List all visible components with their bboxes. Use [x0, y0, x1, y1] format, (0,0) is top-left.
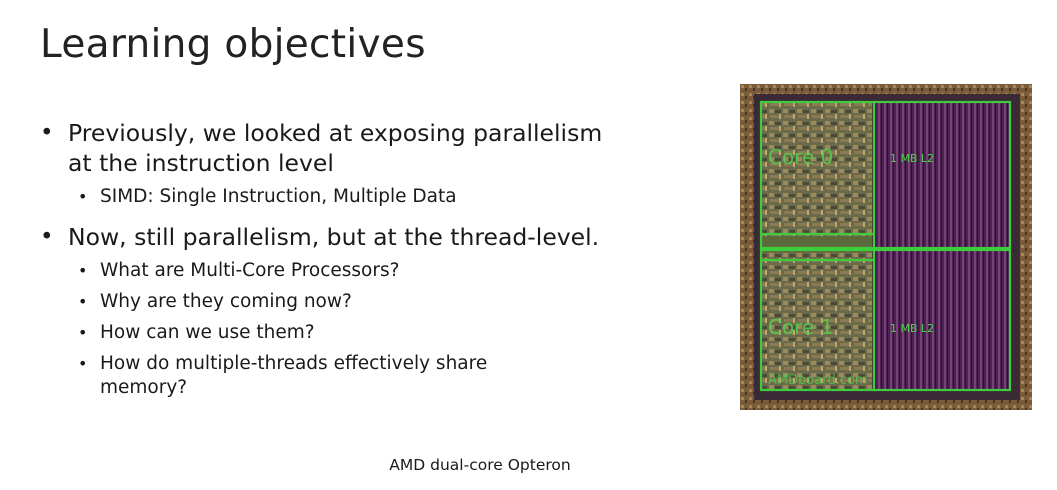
cpu-die-image: Core 0 1 MB L2 Core 1 1 MB L2 AMDboard.c…	[740, 84, 1032, 410]
bullet-item: • Now, still parallelism, but at the thr…	[40, 222, 690, 252]
sub-bullet-text-line: memory?	[100, 377, 188, 398]
sub-bullet-item: • How do multiple-threads effectively sh…	[40, 352, 690, 400]
sub-bullet-text: Why are they coming now?	[100, 291, 352, 312]
l2-bottom-label: 1 MB L2	[890, 322, 934, 335]
l2-cache-bottom	[874, 250, 1010, 390]
bullet-icon: •	[40, 120, 54, 146]
l2-top-label: 1 MB L2	[890, 152, 934, 165]
sub-bullet-icon: •	[78, 354, 88, 373]
sub-bullet-icon: •	[78, 292, 88, 311]
bullet-list: • Previously, we looked at exposing para…	[40, 118, 690, 400]
slide-title: Learning objectives	[40, 22, 426, 67]
core0-label: Core 0	[768, 145, 833, 169]
image-caption: AMD dual-core Opteron	[389, 456, 571, 474]
sub-bullet-icon: •	[78, 323, 88, 342]
sub-bullet-text: How can we use them?	[100, 322, 315, 343]
bullet-icon: •	[40, 224, 54, 250]
sub-bullet-text: SIMD: Single Instruction, Multiple Data	[100, 186, 457, 207]
sub-bullet-icon: •	[78, 187, 88, 206]
l2-cache-top	[874, 102, 1010, 248]
sub-bullet-text: What are Multi-Core Processors?	[100, 260, 400, 281]
sub-bullet-item: • Why are they coming now?	[40, 290, 690, 314]
bullet-text-line: Previously, we looked at exposing parall…	[68, 119, 603, 147]
sub-bullet-text-line: How do multiple-threads effectively shar…	[100, 353, 488, 374]
slide: Learning objectives • Previously, we loo…	[0, 0, 1057, 490]
watermark-label: AMDboard.com	[768, 373, 868, 388]
core0-logic	[760, 102, 872, 242]
bullet-item: • Previously, we looked at exposing para…	[40, 118, 690, 178]
bullet-text-line: at the instruction level	[68, 149, 334, 177]
core1-label: Core 1	[768, 315, 833, 339]
sub-bullet-item: • What are Multi-Core Processors?	[40, 259, 690, 283]
sub-bullet-item: • How can we use them?	[40, 321, 690, 345]
sub-bullet-icon: •	[78, 261, 88, 280]
sub-bullet-item: • SIMD: Single Instruction, Multiple Dat…	[40, 185, 690, 209]
bullet-text: Now, still parallelism, but at the threa…	[68, 223, 600, 251]
